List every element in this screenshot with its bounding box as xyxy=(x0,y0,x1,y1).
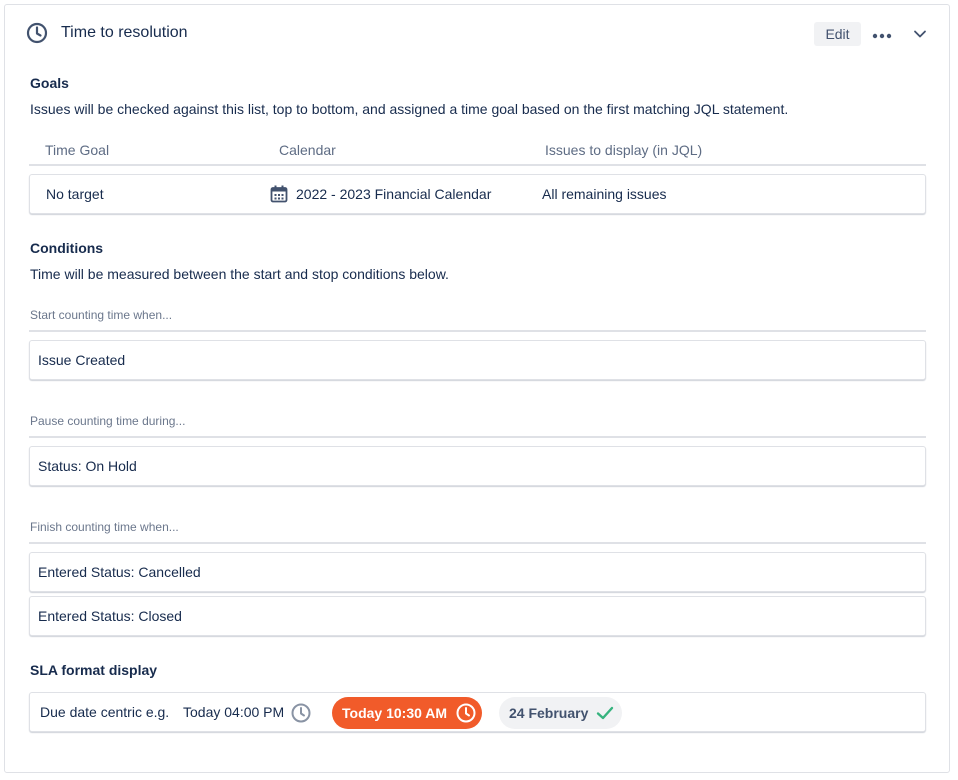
pause-condition-text: Status: On Hold xyxy=(38,458,137,474)
clock-icon xyxy=(455,702,477,727)
conditions-description: Time will be measured between the start … xyxy=(30,266,449,282)
column-header-calendar: Calendar xyxy=(279,142,336,158)
sla-example-met: 24 February xyxy=(509,705,589,721)
goals-description: Issues will be checked against this list… xyxy=(30,101,789,117)
goal-jql: All remaining issues xyxy=(542,186,667,202)
card-header: Time to resolution Edit xyxy=(25,21,935,53)
pause-divider xyxy=(29,436,926,438)
card-title: Time to resolution xyxy=(61,24,188,41)
start-condition-text: Issue Created xyxy=(38,352,126,368)
column-header-time-goal: Time Goal xyxy=(45,142,110,158)
goal-calendar-name: 2022 - 2023 Financial Calendar xyxy=(296,186,492,202)
start-divider xyxy=(29,330,926,332)
finish-condition-text: Entered Status: Cancelled xyxy=(38,564,201,580)
finish-divider xyxy=(29,542,926,544)
finish-condition-text: Entered Status: Closed xyxy=(38,608,182,624)
column-header-jql: Issues to display (in JQL) xyxy=(545,142,703,158)
goals-divider xyxy=(29,164,926,166)
sla-example-breached: Today 10:30 AM xyxy=(342,705,448,721)
sla-card: Time to resolution Edit Goals Issues wil… xyxy=(4,4,950,773)
start-condition-label: Start counting time when... xyxy=(30,308,173,322)
more-actions-button[interactable] xyxy=(869,21,895,47)
sla-format-label: Due date centric e.g. xyxy=(40,704,170,720)
conditions-title: Conditions xyxy=(30,240,104,256)
finish-condition-item[interactable]: Entered Status: Cancelled xyxy=(29,552,926,592)
start-condition-item[interactable]: Issue Created xyxy=(29,340,926,380)
sla-met-lozenge: 24 February xyxy=(499,697,622,729)
finish-condition-label: Finish counting time when... xyxy=(30,520,179,534)
goals-title: Goals xyxy=(30,75,69,91)
calendar-icon xyxy=(270,185,288,203)
pause-condition-label: Pause counting time during... xyxy=(30,414,186,428)
goal-time-target: No target xyxy=(46,186,104,202)
more-horizontal-icon xyxy=(872,26,892,42)
sla-format-title: SLA format display xyxy=(30,662,158,678)
chevron-down-icon xyxy=(913,26,927,42)
clock-icon xyxy=(25,21,49,45)
checkmark-icon xyxy=(596,705,614,724)
pause-condition-item[interactable]: Status: On Hold xyxy=(29,446,926,486)
edit-button[interactable]: Edit xyxy=(814,22,861,46)
clock-icon xyxy=(290,702,312,727)
goal-row[interactable]: No target 2022 - 2023 Financial Calendar… xyxy=(29,174,926,214)
collapse-button[interactable] xyxy=(907,21,933,47)
finish-condition-item[interactable]: Entered Status: Closed xyxy=(29,596,926,636)
sla-example-normal: Today 04:00 PM xyxy=(183,704,285,720)
sla-format-row: Due date centric e.g. Today 04:00 PM Tod… xyxy=(29,692,926,732)
sla-breached-lozenge: Today 10:30 AM xyxy=(332,697,482,729)
